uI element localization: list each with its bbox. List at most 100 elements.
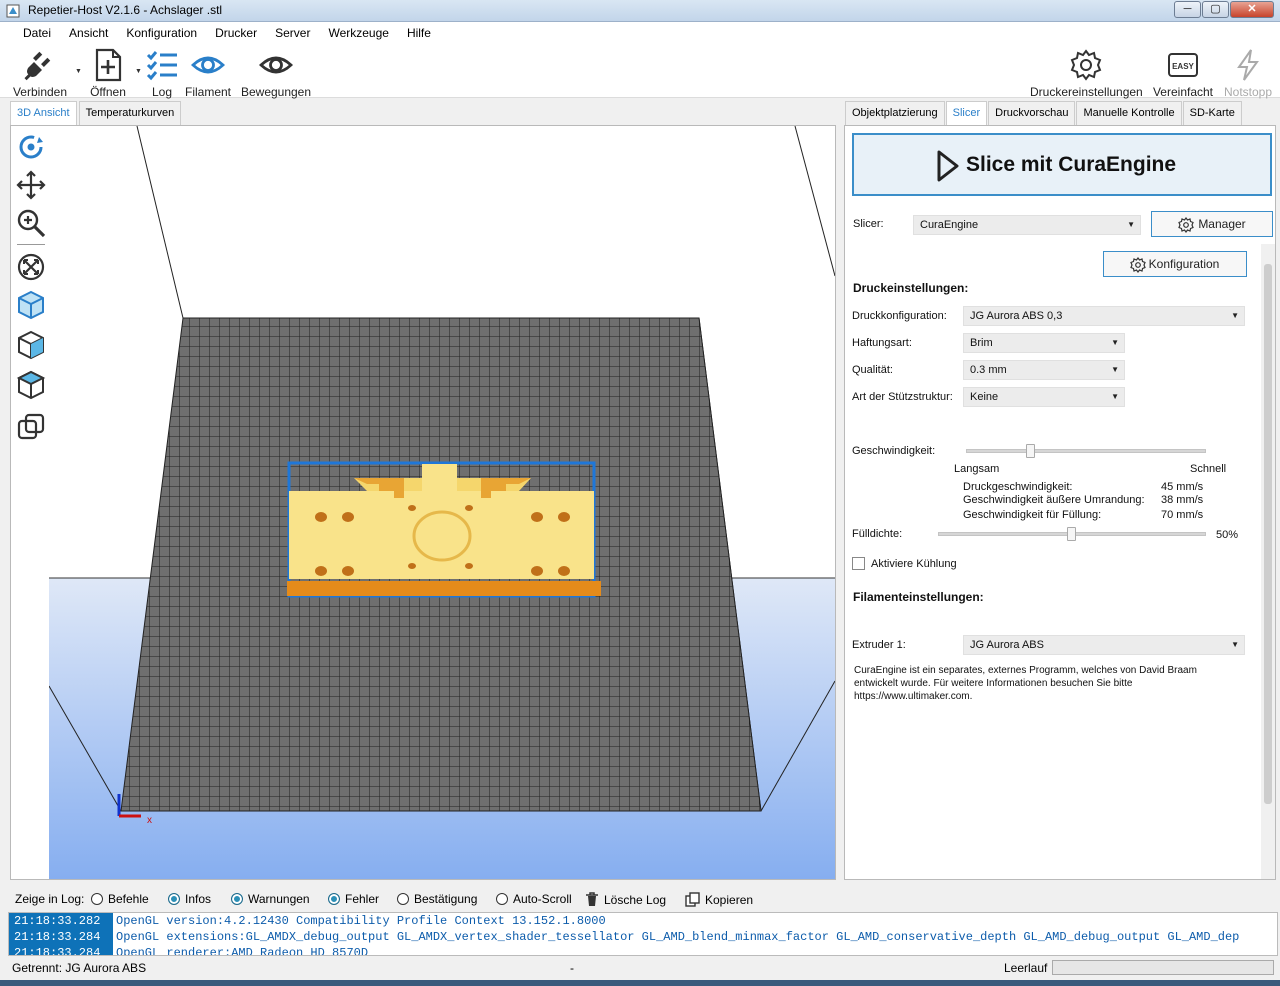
infill-slider[interactable] xyxy=(938,527,1206,541)
adhesion-label: Haftungsart: xyxy=(852,337,912,349)
slice-button-label: Slice mit CuraEngine xyxy=(966,153,1177,176)
tab-temperature-curves[interactable]: Temperaturkurven xyxy=(78,101,182,125)
tab-slicer[interactable]: Slicer xyxy=(945,101,988,126)
filament-label: Filament xyxy=(184,85,231,99)
maximize-button[interactable]: ▢ xyxy=(1202,1,1229,18)
outer-speed-value: 38 mm/s xyxy=(1161,494,1204,506)
tab-manual-control[interactable]: Manuelle Kontrolle xyxy=(1076,101,1182,125)
radio-errors[interactable] xyxy=(328,893,340,905)
clear-log-button[interactable]: Lösche Log xyxy=(585,892,666,907)
connect-button[interactable]: Verbinden xyxy=(12,48,68,99)
extruder-select[interactable]: JG Aurora ABS ▼ xyxy=(963,635,1245,655)
log-option-ack[interactable]: Bestätigung xyxy=(397,892,477,906)
connect-dropdown-icon[interactable]: ▼ xyxy=(75,68,82,75)
print-config-select[interactable]: JG Aurora ABS 0,3 ▼ xyxy=(963,306,1245,326)
chevron-down-icon: ▼ xyxy=(1231,640,1239,649)
menu-server[interactable]: Server xyxy=(266,22,319,44)
log-option-autoscroll[interactable]: Auto-Scroll xyxy=(496,892,572,906)
menu-werkzeuge[interactable]: Werkzeuge xyxy=(319,22,397,44)
menu-ansicht[interactable]: Ansicht xyxy=(60,22,117,44)
log-message: OpenGL version:4.2.12430 Compatibility P… xyxy=(116,914,606,928)
fit-view-icon[interactable] xyxy=(16,252,46,282)
easy-mode-label: Vereinfacht xyxy=(1152,85,1214,99)
3d-viewport[interactable]: x xyxy=(10,125,836,880)
log-option-infos[interactable]: Infos xyxy=(168,892,211,906)
chevron-down-icon: ▼ xyxy=(1111,338,1119,347)
build-plate-scene[interactable]: x xyxy=(49,126,835,879)
slicer-select[interactable]: CuraEngine ▼ xyxy=(913,215,1141,235)
front-view-icon[interactable] xyxy=(16,330,46,360)
infill-value: 50% xyxy=(1216,529,1239,541)
adhesion-select[interactable]: Brim ▼ xyxy=(963,333,1125,353)
iso-view-icon[interactable] xyxy=(16,290,46,320)
log-button[interactable]: Log xyxy=(144,48,180,99)
menu-datei[interactable]: Datei xyxy=(14,22,60,44)
menu-hilfe[interactable]: Hilfe xyxy=(398,22,440,44)
window-title: Repetier-Host V2.1.6 - Achslager .stl xyxy=(28,3,223,17)
open-button[interactable]: Öffnen xyxy=(88,48,128,99)
speed-slider[interactable] xyxy=(966,444,1206,458)
log-option-commands[interactable]: Befehle xyxy=(91,892,149,906)
radio-warnings[interactable] xyxy=(231,893,243,905)
add-file-icon xyxy=(95,48,122,82)
manager-button[interactable]: Manager xyxy=(1151,211,1273,237)
view-tools xyxy=(11,126,51,879)
copy-log-button[interactable]: Kopieren xyxy=(685,892,753,907)
filament-settings-title: Filamenteinstellungen: xyxy=(853,590,984,604)
chevron-down-icon: ▼ xyxy=(1111,392,1119,401)
move-view-icon[interactable] xyxy=(16,170,46,200)
log-option-errors[interactable]: Fehler xyxy=(328,892,379,906)
printer-settings-button[interactable]: Druckereinstellungen xyxy=(1030,48,1143,99)
quality-select[interactable]: 0.3 mm ▼ xyxy=(963,360,1125,380)
support-label: Art der Stützstruktur: xyxy=(852,391,953,403)
infill-speed-label: Geschwindigkeit für Füllung: xyxy=(963,509,1102,521)
radio-commands[interactable] xyxy=(91,893,103,905)
tab-sd-card[interactable]: SD-Karte xyxy=(1182,101,1242,125)
slicer-select-value: CuraEngine xyxy=(920,219,979,231)
configuration-button[interactable]: Konfiguration xyxy=(1103,251,1247,277)
minimize-button[interactable]: ─ xyxy=(1174,1,1201,18)
radio-infos[interactable] xyxy=(168,893,180,905)
speed-slider-thumb[interactable] xyxy=(1026,444,1035,458)
log-option-warnings[interactable]: Warnungen xyxy=(231,892,310,906)
slice-button[interactable]: Slice mit CuraEngine xyxy=(852,133,1272,196)
open-dropdown-icon[interactable]: ▼ xyxy=(135,68,142,75)
infill-speed-value: 70 mm/s xyxy=(1161,509,1204,521)
panel-scrollbar[interactable] xyxy=(1261,244,1275,879)
moves-label: Bewegungen xyxy=(240,85,312,99)
plug-icon xyxy=(24,51,51,81)
cooling-checkbox[interactable] xyxy=(852,557,865,570)
close-button[interactable]: ✕ xyxy=(1230,1,1274,18)
log-area[interactable]: 21:18:33.282 OpenGL version:4.2.12430 Com… xyxy=(8,912,1278,956)
menu-drucker[interactable]: Drucker xyxy=(206,22,266,44)
zoom-icon[interactable] xyxy=(16,208,46,238)
parallel-view-icon[interactable] xyxy=(16,412,46,442)
infill-slider-thumb[interactable] xyxy=(1067,527,1076,541)
radio-ack[interactable] xyxy=(397,893,409,905)
menu-bar: Datei Ansicht Konfiguration Drucker Serv… xyxy=(0,22,1280,44)
panel-scrollbar-thumb[interactable] xyxy=(1264,264,1272,804)
gear-icon xyxy=(1130,257,1146,273)
tab-3d-view[interactable]: 3D Ansicht xyxy=(10,101,77,126)
log-show-label: Zeige in Log: xyxy=(15,892,85,906)
print-config-label: Druckkonfiguration: xyxy=(852,310,947,322)
connect-label: Verbinden xyxy=(12,85,68,99)
connection-status: Getrennt: JG Aurora ABS xyxy=(12,961,147,975)
right-tab-strip: Objektplatzierung Slicer Druckvorschau M… xyxy=(845,101,1243,126)
print-settings-title: Druckeinstellungen: xyxy=(853,281,969,295)
menu-konfiguration[interactable]: Konfiguration xyxy=(117,22,206,44)
filament-button[interactable]: Filament xyxy=(184,48,232,99)
moves-button[interactable]: Bewegungen xyxy=(240,48,312,99)
radio-autoscroll[interactable] xyxy=(496,893,508,905)
log-option-infos-label: Infos xyxy=(185,892,212,906)
support-select[interactable]: Keine ▼ xyxy=(963,387,1125,407)
log-message: OpenGL extensions:GL_AMDX_debug_output G… xyxy=(116,930,1240,944)
emergency-stop-button[interactable]: Notstopp xyxy=(1220,48,1276,99)
tab-print-preview[interactable]: Druckvorschau xyxy=(988,101,1076,125)
copy-icon xyxy=(685,892,700,907)
tab-object-placement[interactable]: Objektplatzierung xyxy=(845,101,945,125)
easy-mode-button[interactable]: EASY Vereinfacht xyxy=(1150,48,1216,99)
rotate-view-icon[interactable] xyxy=(16,132,46,162)
top-view-icon[interactable] xyxy=(16,370,46,400)
slicer-label: Slicer: xyxy=(853,218,884,230)
